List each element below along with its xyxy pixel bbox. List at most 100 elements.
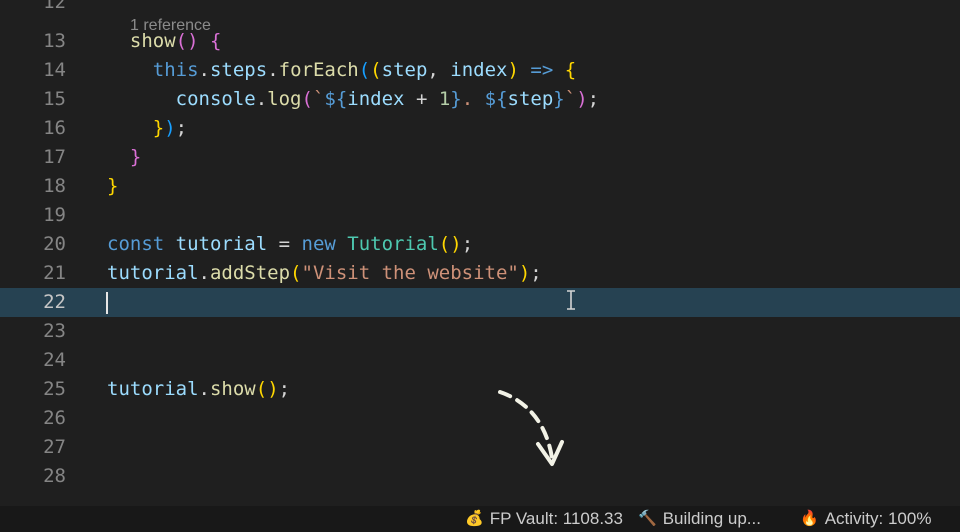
code-token: .: [255, 88, 268, 110]
code-token: .: [461, 88, 485, 110]
code-line[interactable]: 17 }: [0, 143, 960, 172]
code-line[interactable]: 12: [0, 0, 960, 17]
line-number: 25: [43, 378, 66, 400]
hammer-icon: 🔨: [638, 510, 657, 527]
curved-arrow-icon: [498, 390, 564, 466]
code-token: }: [129, 146, 142, 168]
code-token: ;: [278, 378, 291, 400]
code-token: ): [450, 233, 462, 255]
code-token: index: [347, 88, 405, 110]
line-number: 15: [43, 88, 66, 110]
code-line[interactable]: 25 tutorial.show();: [0, 375, 960, 404]
line-number: 18: [43, 175, 66, 197]
code-line[interactable]: 24: [0, 346, 960, 375]
line-code: this.steps.forEach((step, index) => {: [107, 56, 576, 85]
code-token: console: [175, 88, 256, 110]
code-token: .: [198, 378, 210, 400]
code-token: new: [301, 233, 336, 255]
code-token: }: [450, 88, 462, 110]
code-token: }: [553, 88, 565, 110]
line-number: 17: [43, 146, 66, 168]
activity-status[interactable]: 🔥 Activity: 100%: [800, 509, 931, 529]
code-token: (: [370, 59, 382, 81]
status-bar: 💰 FP Vault: 1108.33 🔨 Building up... 🔥 A…: [0, 506, 960, 532]
code-token: ;: [530, 262, 542, 284]
code-token: this: [152, 59, 199, 81]
line-number: 19: [43, 204, 66, 226]
code-editor[interactable]: 12 13 show() {14 this.steps.forEach((step…: [0, 0, 960, 506]
code-token: ): [164, 117, 176, 139]
code-line[interactable]: 15 console.log(`${index + 1}. ${step}`);: [0, 85, 960, 114]
code-token: forEach: [278, 59, 359, 81]
line-number: 23: [43, 320, 66, 342]
line-number: 21: [43, 262, 66, 284]
code-token: `: [312, 88, 325, 110]
code-token: Tutorial: [347, 233, 439, 255]
code-line[interactable]: 14 this.steps.forEach((step, index) => {: [0, 56, 960, 85]
code-line[interactable]: 27: [0, 433, 960, 462]
code-line[interactable]: 19: [0, 201, 960, 230]
code-token: tutorial: [107, 262, 199, 284]
activity-label: Activity: 100%: [824, 509, 932, 528]
fp-vault-label: FP Vault: 1108.33: [489, 509, 623, 528]
code-token: ${: [484, 88, 508, 110]
codelens-references[interactable]: 1 reference: [130, 16, 211, 36]
code-token: ): [518, 262, 531, 284]
line-code: }: [107, 143, 141, 172]
code-token: (: [358, 59, 371, 81]
code-token: +: [404, 88, 439, 110]
line-number: 14: [43, 59, 66, 81]
code-token: step: [381, 59, 428, 81]
code-token: ): [576, 88, 588, 110]
code-token: ;: [175, 117, 188, 139]
code-token: index: [450, 59, 508, 81]
code-line[interactable]: 28: [0, 462, 960, 491]
code-token: "Visit the website": [301, 262, 519, 284]
code-token: show: [209, 378, 256, 400]
text-caret: [106, 292, 108, 314]
fire-icon: 🔥: [800, 510, 819, 527]
code-token: tutorial: [175, 233, 268, 255]
money-bag-icon: 💰: [465, 510, 484, 527]
code-token: =>: [530, 59, 554, 81]
line-number: 26: [43, 407, 66, 429]
build-status[interactable]: 🔨 Building up...: [638, 509, 761, 529]
code-token: .: [267, 59, 279, 81]
code-token: (: [255, 378, 268, 400]
code-line[interactable]: 22: [0, 288, 960, 317]
code-token: }: [107, 175, 119, 197]
line-number: 22: [43, 291, 66, 313]
line-number: 28: [43, 465, 66, 487]
code-token: .: [198, 59, 210, 81]
code-token: ): [267, 378, 279, 400]
line-code: console.log(`${index + 1}. ${step}`);: [107, 85, 599, 114]
line-number: 12: [43, 0, 66, 13]
code-token: `: [564, 88, 577, 110]
code-token: =: [267, 233, 302, 255]
code-token: tutorial: [107, 378, 199, 400]
code-token: step: [507, 88, 554, 110]
code-token: ;: [587, 88, 600, 110]
fp-vault-status[interactable]: 💰 FP Vault: 1108.33: [465, 509, 623, 529]
line-code: tutorial.show();: [107, 375, 290, 404]
code-token: (: [438, 233, 451, 255]
code-line[interactable]: 26: [0, 404, 960, 433]
code-line[interactable]: 20 const tutorial = new Tutorial();: [0, 230, 960, 259]
code-line[interactable]: 16 });: [0, 114, 960, 143]
code-line[interactable]: 18}: [0, 172, 960, 201]
build-label: Building up...: [662, 509, 761, 528]
code-token: const: [107, 233, 165, 255]
code-line[interactable]: 23: [0, 317, 960, 346]
code-line[interactable]: 21 tutorial.addStep("Visit the website");: [0, 259, 960, 288]
line-number: 24: [43, 349, 66, 371]
code-token: addStep: [209, 262, 291, 284]
code-token: {: [564, 59, 577, 81]
code-token: steps: [209, 59, 268, 81]
